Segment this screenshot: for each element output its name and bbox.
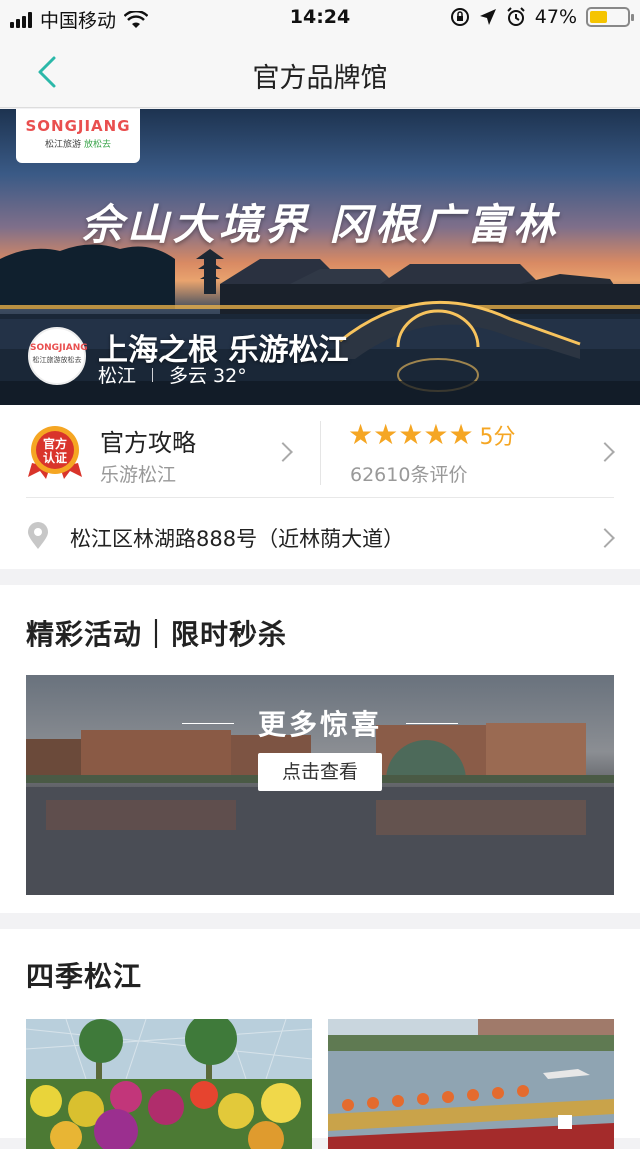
hero-slogan: 佘山大境界 冈根广富林 — [80, 200, 560, 249]
logo-subtitle: 松江旅游 放松去 — [45, 140, 111, 150]
weather-label: 多云 32° — [169, 365, 247, 387]
view-more-button[interactable]: 点击查看 — [258, 753, 382, 791]
address-chevron-right-icon[interactable] — [595, 528, 615, 548]
season-photo-flowers[interactable] — [26, 1019, 312, 1149]
rating-score: 5分 — [479, 425, 516, 450]
star-icon: ★ — [398, 418, 424, 451]
flowers-photo — [26, 1019, 312, 1149]
destination-meta: 松江 多云 32° — [98, 361, 247, 388]
svg-text:认证: 认证 — [43, 450, 67, 465]
dragon-boat-photo — [328, 1019, 614, 1149]
location-arrow-icon — [479, 9, 496, 25]
battery-icon — [586, 7, 634, 27]
banner-headline: 更多惊喜 — [257, 708, 382, 741]
address-text[interactable]: 松江区林湖路888号（近林荫大道） — [70, 523, 404, 553]
season-photo-dragon-boat[interactable] — [328, 1019, 614, 1149]
hero-banner[interactable]: SONGJIANG 松江旅游 放松去 佘山大境界 冈根广富林 SONGJIANG… — [0, 109, 640, 405]
destination-avatar: SONGJIANG 松江旅游放松去 — [28, 327, 88, 385]
rating-chevron-right-icon[interactable] — [595, 442, 615, 462]
official-cert-badge-icon: 官方 认证 — [28, 426, 82, 479]
review-count: 62610条评价 — [350, 464, 468, 486]
alarm-icon — [507, 7, 525, 26]
seasons-section: 四季松江 — [0, 929, 640, 1149]
location-pin-icon — [28, 522, 48, 549]
star-icon: ★ — [423, 418, 449, 451]
info-divider — [320, 421, 321, 485]
guide-chevron-right-icon[interactable] — [273, 442, 293, 462]
official-guide-subtitle: 乐游松江 — [100, 464, 177, 486]
rating-stars: ★★★★★ — [348, 420, 474, 450]
star-icon: ★ — [348, 418, 374, 451]
nav-bar: 官方品牌馆 — [0, 36, 640, 108]
page-title: 官方品牌馆 — [252, 63, 388, 94]
battery-percent: 47% — [534, 6, 577, 28]
activities-banner[interactable]: 更多惊喜 点击查看 — [26, 675, 614, 895]
official-guide-title[interactable]: 官方攻略 — [100, 423, 196, 458]
location-label: 松江 — [98, 365, 137, 387]
banner-line-right — [406, 723, 458, 724]
svg-text:官方: 官方 — [43, 436, 67, 451]
star-icon: ★ — [373, 418, 399, 451]
activities-section: 精彩活动｜限时秒杀 更多惊喜 点击查看 — [0, 585, 640, 913]
status-bar: 中国移动 14:24 47% — [0, 0, 640, 36]
brand-logo: SONGJIANG 松江旅游 放松去 — [16, 109, 140, 163]
info-separator — [26, 497, 614, 498]
screen-lock-icon — [450, 8, 469, 26]
meta-divider — [152, 367, 154, 382]
info-card: 官方 认证 官方攻略 乐游松江 ★★★★★ 5分 62610条评价 松江区林湖路… — [0, 405, 640, 569]
rating[interactable]: ★★★★★ 5分 — [348, 419, 516, 451]
seasons-title: 四季松江 — [26, 960, 143, 993]
logo-wordmark: SONGJIANG — [25, 117, 131, 135]
activities-title: 精彩活动｜限时秒杀 — [26, 618, 288, 651]
star-icon: ★ — [448, 418, 474, 451]
